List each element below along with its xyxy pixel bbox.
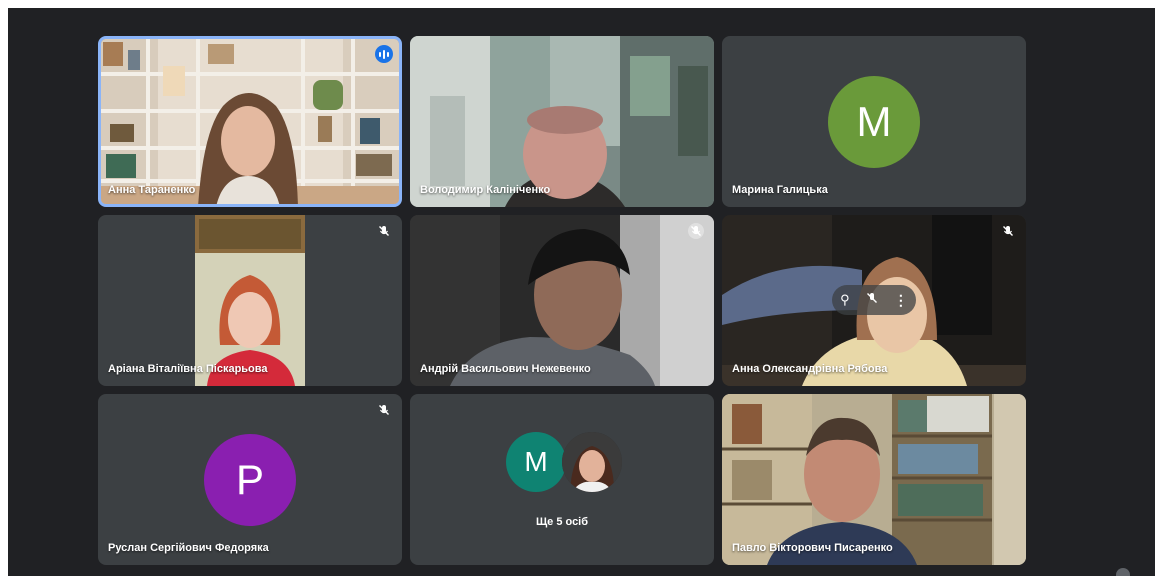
mic-off-icon[interactable] (866, 291, 878, 309)
others-avatar-photo (562, 432, 622, 492)
self-view-indicator[interactable] (1116, 568, 1130, 576)
others-avatar: M (506, 432, 566, 492)
avatar-initial: M (524, 446, 548, 477)
participant-name: Андрій Васильович Нежевенко (420, 363, 591, 375)
participant-tile-1[interactable]: Анна Тараненко (98, 36, 402, 207)
pin-icon[interactable]: ⚲ (840, 292, 850, 308)
meeting-grid: Анна Тараненко Володимир Калініченко M М… (8, 8, 1155, 576)
participant-name: Володимир Калініченко (420, 184, 551, 196)
avatar-initial: P (235, 456, 264, 503)
participant-name: Марина Галицька (732, 184, 828, 196)
more-vert-icon[interactable]: ⋮ (894, 292, 908, 309)
avatar-initial: M (856, 98, 892, 145)
participant-avatar: M (828, 76, 920, 168)
participant-video (410, 215, 714, 386)
participant-tile-3[interactable]: M Марина Галицька (722, 36, 1026, 207)
tile-hover-controls: ⚲ ⋮ (832, 285, 916, 315)
mic-off-icon (376, 223, 392, 239)
participant-name: Аріана Віталіївна Піскарьова (108, 363, 268, 375)
mic-off-icon (376, 402, 392, 418)
participant-tile-9[interactable]: Павло Вікторович Писаренко (722, 394, 1026, 565)
participant-tile-6[interactable]: ⚲ ⋮ Анна Олександрівна Рябова (722, 215, 1026, 386)
participant-name: Павло Вікторович Писаренко (732, 542, 893, 554)
others-tile[interactable]: M Ще 5 осіб (410, 394, 714, 565)
participant-name: Анна Олександрівна Рябова (732, 363, 888, 375)
participant-name: Анна Тараненко (108, 184, 196, 196)
mic-off-icon (688, 223, 704, 239)
audio-level-icon (375, 45, 393, 63)
others-count-label: Ще 5 осіб (535, 516, 589, 528)
participant-tile-5[interactable]: Андрій Васильович Нежевенко (410, 215, 714, 386)
participant-video (722, 394, 1026, 565)
participant-tile-2[interactable]: Володимир Калініченко (410, 36, 714, 207)
participant-tile-4[interactable]: Аріана Віталіївна Піскарьова (98, 215, 402, 386)
participant-video (195, 215, 305, 386)
participant-avatar: P (204, 434, 296, 526)
participant-name: Руслан Сергійович Федоряка (108, 542, 269, 554)
participant-video (410, 36, 714, 207)
participant-tile-7[interactable]: P Руслан Сергійович Федоряка (98, 394, 402, 565)
mic-off-icon (1000, 223, 1016, 239)
participant-video (101, 39, 399, 204)
